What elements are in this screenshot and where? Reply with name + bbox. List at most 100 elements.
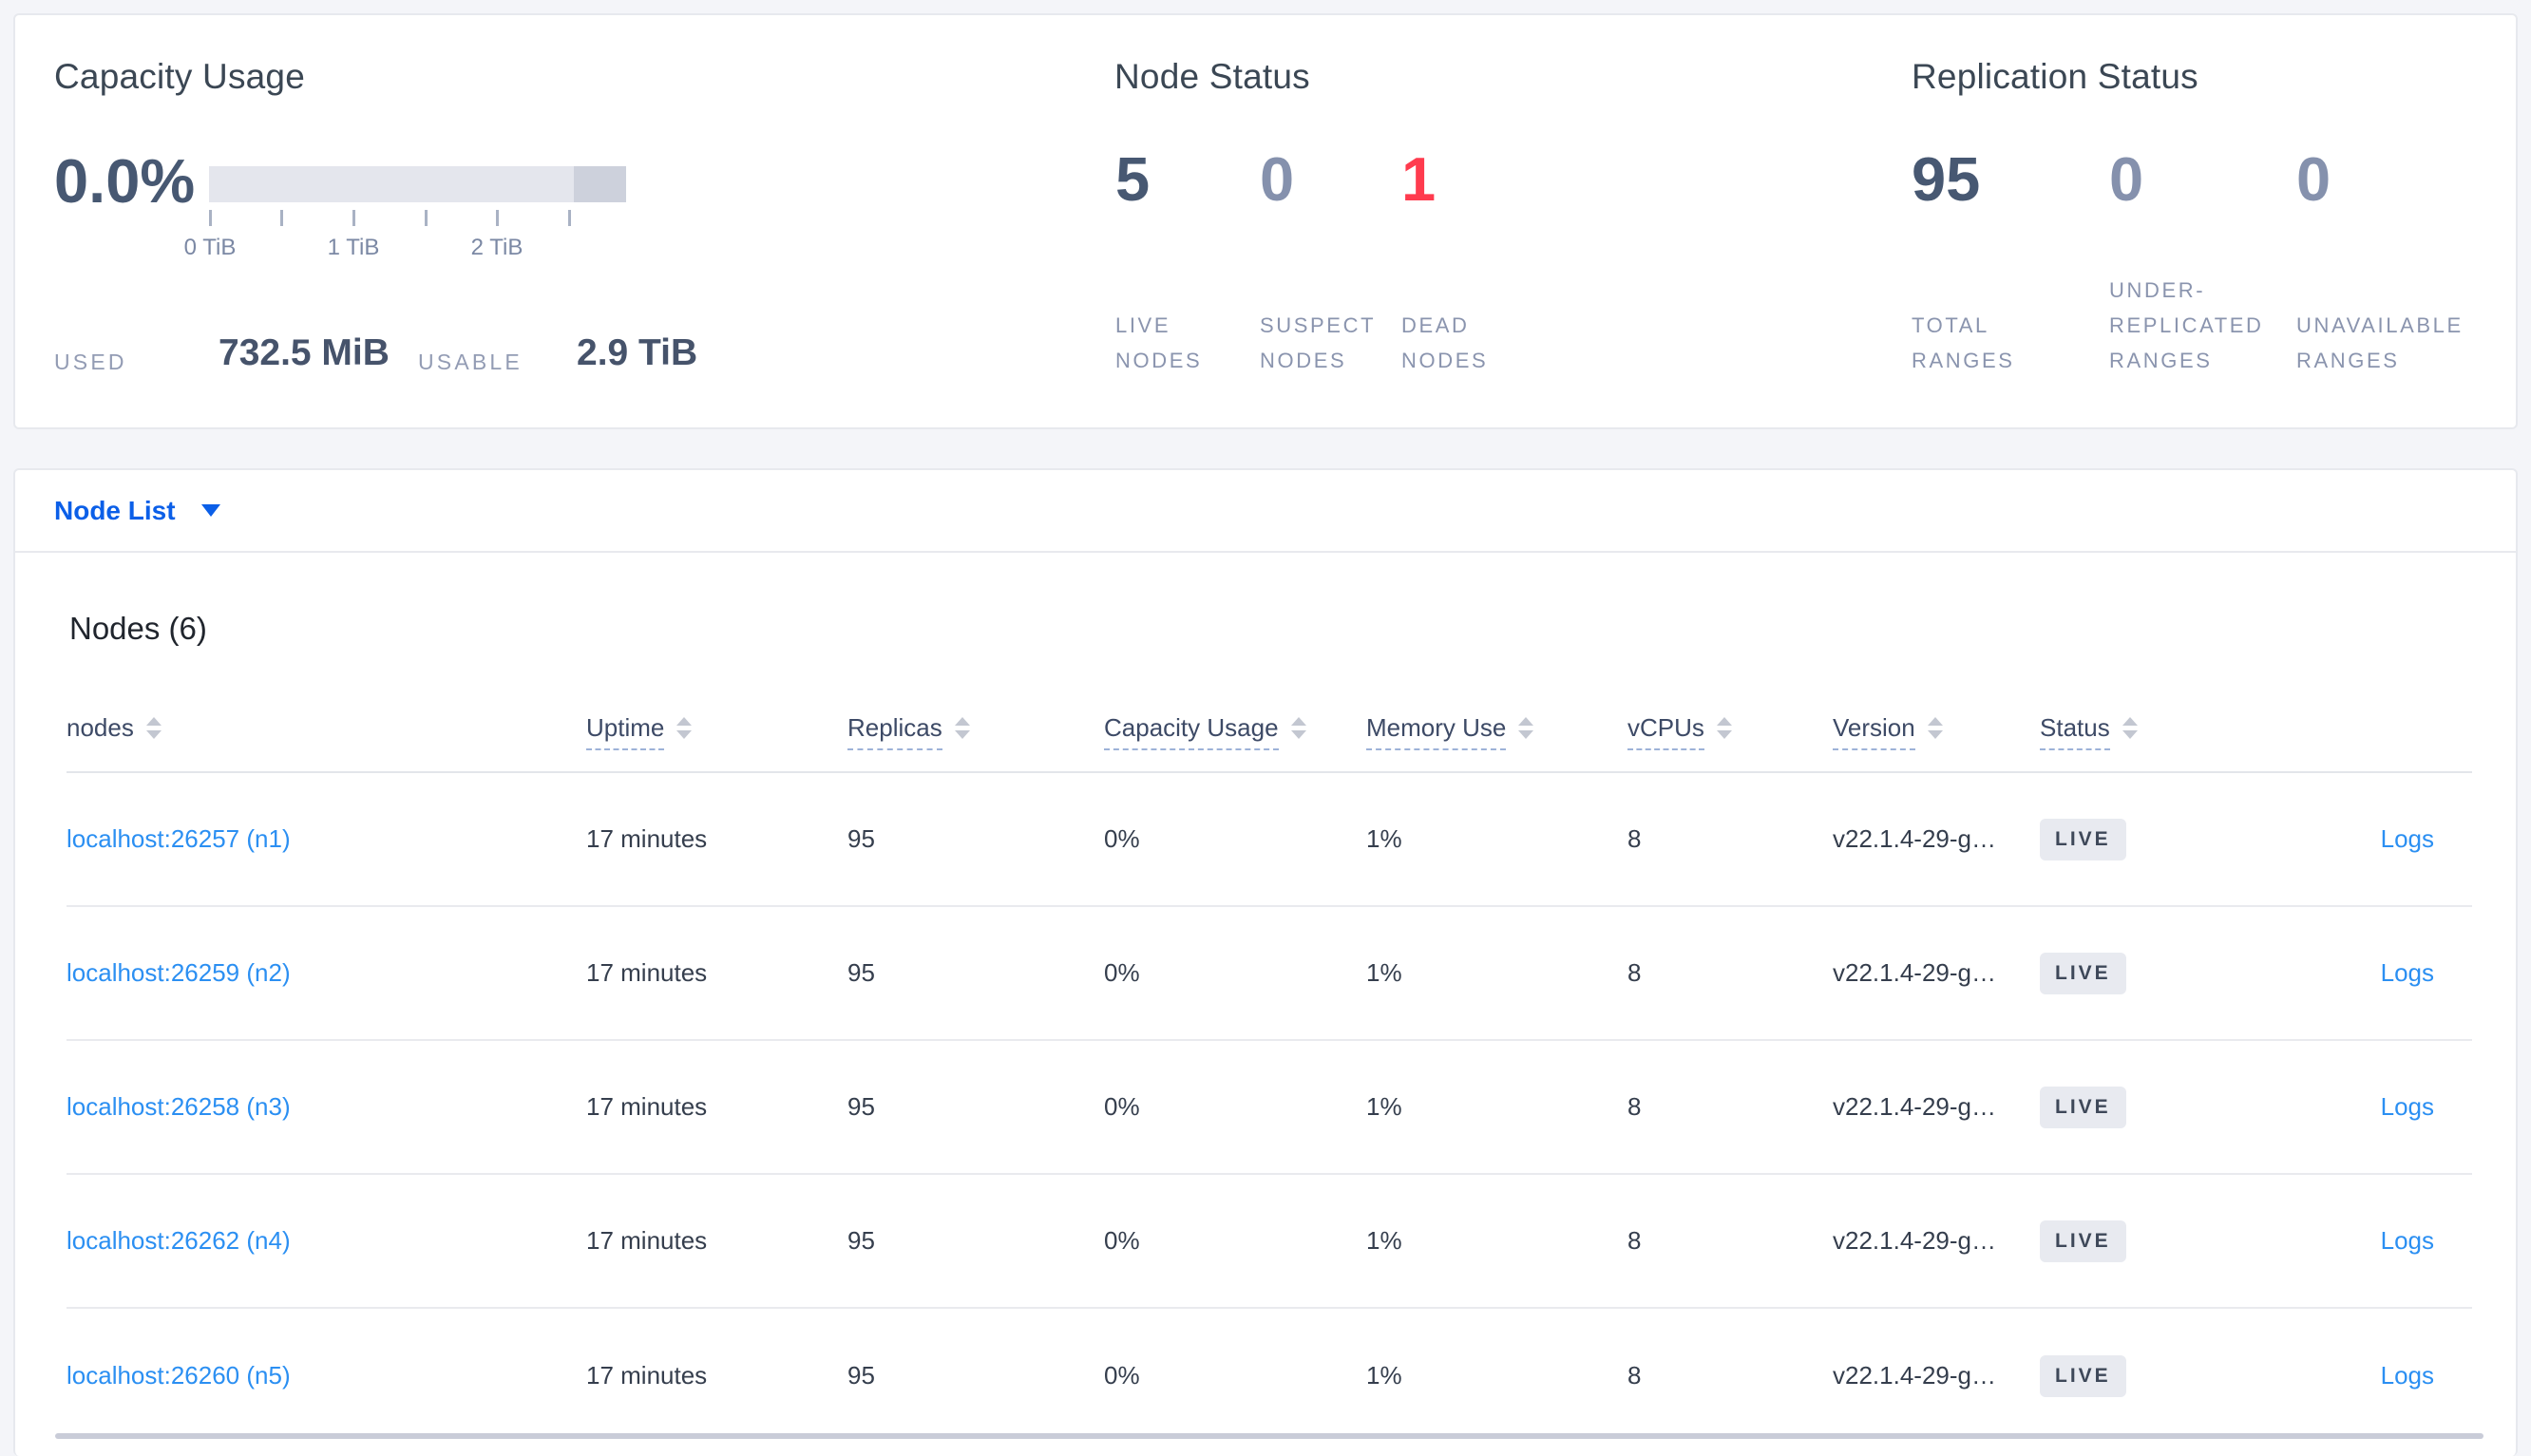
capacity-bar-reserved-segment bbox=[574, 166, 626, 202]
replicas-cell: 95 bbox=[847, 958, 875, 987]
capacity-usage-title: Capacity Usage bbox=[54, 57, 305, 96]
horizontal-scrollbar[interactable] bbox=[55, 1433, 2483, 1439]
sort-icon bbox=[145, 717, 162, 739]
vcpus-cell: 8 bbox=[1627, 958, 1642, 987]
chevron-down-icon bbox=[200, 504, 220, 517]
node-link[interactable]: localhost:26257 (n1) bbox=[67, 824, 291, 853]
suspect-nodes-label: SUSPECT NODES bbox=[1260, 313, 1377, 372]
node-link[interactable]: localhost:26262 (n4) bbox=[67, 1226, 291, 1255]
capacity-cell: 0% bbox=[1104, 824, 1140, 853]
sort-icon bbox=[1290, 717, 1306, 739]
uptime-cell: 17 minutes bbox=[586, 824, 708, 853]
usable-label: USABLE bbox=[418, 350, 523, 374]
unavailable-ranges-label: UNAVAILABLE RANGES bbox=[2296, 313, 2464, 372]
sort-icon bbox=[1716, 717, 1732, 739]
table-row: localhost:26259 (n2) 17 minutes 95 0% 1%… bbox=[67, 907, 2472, 1041]
vcpus-cell: 8 bbox=[1627, 1092, 1642, 1121]
sort-icon bbox=[954, 717, 970, 739]
column-header-vcpus[interactable]: vCPUs bbox=[1627, 706, 1833, 750]
nodes-table: nodes Uptime Replicas Capacity Usage Mem… bbox=[67, 706, 2472, 1443]
sort-icon bbox=[2122, 717, 2138, 739]
dead-nodes-count: 1 bbox=[1401, 144, 1437, 214]
replicas-cell: 95 bbox=[847, 824, 875, 853]
version-cell: v22.1.4-29-g… bbox=[1833, 1226, 1996, 1255]
capacity-usage-bar: 0 TiB 1 TiB 2 TiB bbox=[184, 166, 626, 260]
column-header-nodes[interactable]: nodes bbox=[67, 706, 586, 742]
version-cell: v22.1.4-29-g… bbox=[1833, 1361, 1996, 1390]
version-cell: v22.1.4-29-g… bbox=[1833, 824, 1996, 853]
vcpus-cell: 8 bbox=[1627, 1361, 1642, 1390]
dead-nodes-label: DEAD NODES bbox=[1401, 313, 1489, 372]
node-list-dropdown-label: Node List bbox=[54, 495, 176, 525]
under-replicated-ranges-count: 0 bbox=[2109, 144, 2144, 214]
unavailable-ranges-count: 0 bbox=[2296, 144, 2331, 214]
sort-icon bbox=[1927, 717, 1943, 739]
total-ranges-label: TOTAL RANGES bbox=[1912, 313, 2015, 372]
node-link[interactable]: localhost:26258 (n3) bbox=[67, 1092, 291, 1121]
uptime-cell: 17 minutes bbox=[586, 1092, 708, 1121]
replicas-cell: 95 bbox=[847, 1226, 875, 1255]
memory-cell: 1% bbox=[1366, 958, 1402, 987]
used-label: USED bbox=[54, 350, 127, 374]
memory-cell: 1% bbox=[1366, 824, 1402, 853]
table-body: localhost:26257 (n1) 17 minutes 95 0% 1%… bbox=[67, 773, 2472, 1443]
node-list-card: Node List Nodes (6) nodes Uptime Replica… bbox=[13, 468, 2518, 1456]
uptime-cell: 17 minutes bbox=[586, 1361, 708, 1390]
axis-tick bbox=[496, 210, 499, 226]
column-header-logs bbox=[2282, 706, 2472, 713]
status-badge: LIVE bbox=[2040, 1354, 2126, 1397]
axis-tick bbox=[425, 210, 428, 226]
node-link[interactable]: localhost:26260 (n5) bbox=[67, 1361, 291, 1390]
logs-link[interactable]: Logs bbox=[2381, 1226, 2434, 1255]
logs-link[interactable]: Logs bbox=[2381, 1361, 2434, 1390]
vcpus-cell: 8 bbox=[1627, 824, 1642, 853]
column-header-version[interactable]: Version bbox=[1833, 706, 2040, 750]
status-badge: LIVE bbox=[2040, 1086, 2126, 1128]
uptime-cell: 17 minutes bbox=[586, 958, 708, 987]
memory-cell: 1% bbox=[1366, 1226, 1402, 1255]
column-header-status[interactable]: Status bbox=[2040, 706, 2282, 750]
logs-link[interactable]: Logs bbox=[2381, 958, 2434, 987]
node-status-title: Node Status bbox=[1114, 57, 1310, 96]
axis-tick-label: 0 TiB bbox=[183, 235, 237, 260]
usable-value: 2.9 TiB bbox=[577, 332, 698, 373]
view-selector-bar: Node List bbox=[15, 470, 2516, 553]
column-header-uptime[interactable]: Uptime bbox=[586, 706, 847, 750]
uptime-cell: 17 minutes bbox=[586, 1226, 708, 1255]
memory-cell: 1% bbox=[1366, 1361, 1402, 1390]
table-row: localhost:26262 (n4) 17 minutes 95 0% 1%… bbox=[67, 1175, 2472, 1309]
under-replicated-ranges-label: UNDER- REPLICATED RANGES bbox=[2109, 278, 2264, 372]
column-header-memory-use[interactable]: Memory Use bbox=[1366, 706, 1627, 750]
status-badge: LIVE bbox=[2040, 952, 2126, 994]
capacity-cell: 0% bbox=[1104, 1361, 1140, 1390]
status-badge: LIVE bbox=[2040, 818, 2126, 860]
used-value: 732.5 MiB bbox=[219, 332, 390, 373]
status-badge: LIVE bbox=[2040, 1220, 2126, 1262]
table-header-row: nodes Uptime Replicas Capacity Usage Mem… bbox=[67, 706, 2472, 773]
column-header-capacity-usage[interactable]: Capacity Usage bbox=[1104, 706, 1366, 750]
live-nodes-count: 5 bbox=[1115, 144, 1151, 214]
axis-tick bbox=[352, 210, 355, 226]
live-nodes-label: LIVE NODES bbox=[1115, 313, 1203, 372]
table-row: localhost:26257 (n1) 17 minutes 95 0% 1%… bbox=[67, 773, 2472, 907]
node-link[interactable]: localhost:26259 (n2) bbox=[67, 958, 291, 987]
cluster-overview-page: Capacity Usage 0.0% 0 TiB 1 TiB 2 TiB US… bbox=[0, 0, 2531, 1456]
cluster-summary-card: Capacity Usage 0.0% 0 TiB 1 TiB 2 TiB US… bbox=[13, 13, 2518, 429]
vcpus-cell: 8 bbox=[1627, 1226, 1642, 1255]
node-list-dropdown[interactable]: Node List bbox=[54, 496, 220, 526]
replicas-cell: 95 bbox=[847, 1092, 875, 1121]
total-ranges-count: 95 bbox=[1912, 144, 1981, 214]
replicas-cell: 95 bbox=[847, 1361, 875, 1390]
logs-link[interactable]: Logs bbox=[2381, 1092, 2434, 1121]
capacity-cell: 0% bbox=[1104, 1226, 1140, 1255]
version-cell: v22.1.4-29-g… bbox=[1833, 958, 1996, 987]
column-header-replicas[interactable]: Replicas bbox=[847, 706, 1104, 750]
sort-icon bbox=[1518, 717, 1534, 739]
suspect-nodes-count: 0 bbox=[1260, 144, 1295, 214]
capacity-used-percent: 0.0% bbox=[54, 146, 196, 216]
axis-tick bbox=[280, 210, 283, 226]
table-row: localhost:26258 (n3) 17 minutes 95 0% 1%… bbox=[67, 1041, 2472, 1175]
logs-link[interactable]: Logs bbox=[2381, 824, 2434, 853]
axis-tick-label: 1 TiB bbox=[327, 235, 380, 260]
axis-tick bbox=[209, 210, 212, 226]
